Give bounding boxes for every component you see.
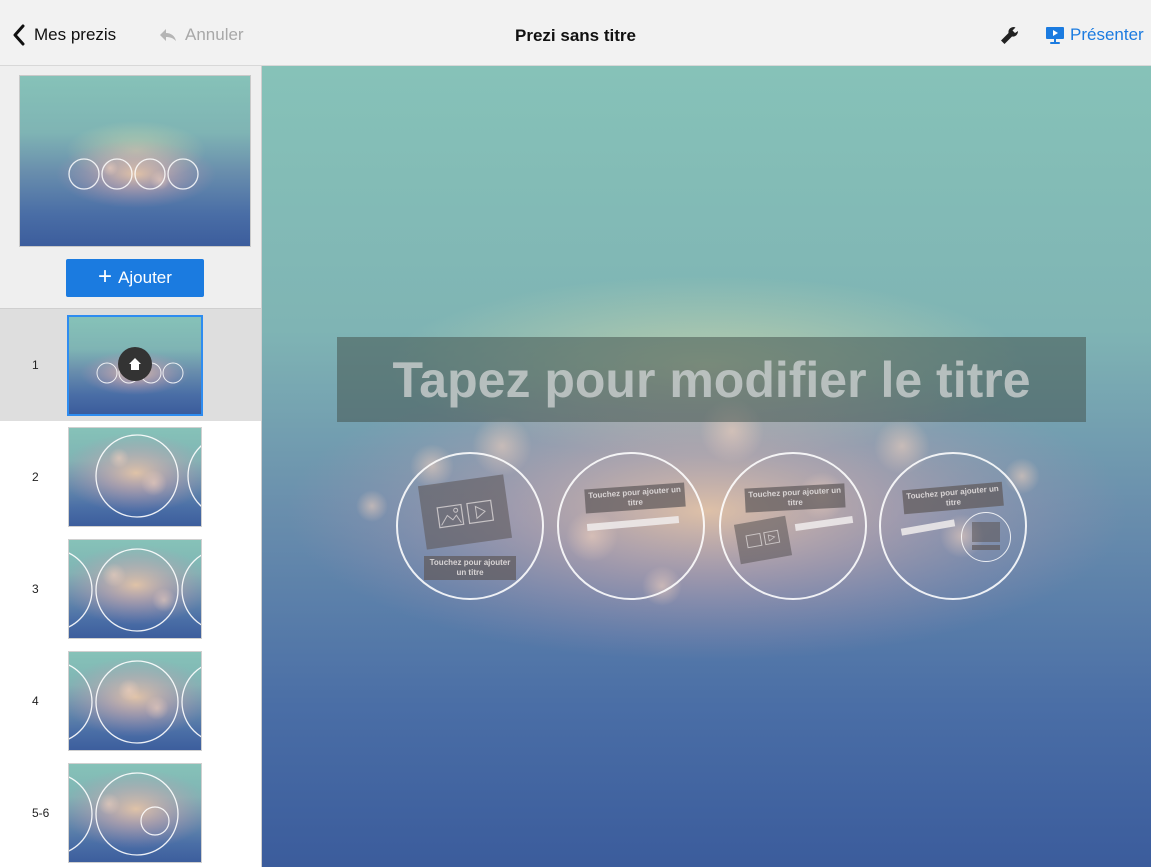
topic-title-placeholder[interactable]: Touchez pour ajouter un titre (744, 483, 846, 513)
topic-circle-1[interactable]: Touchez pour ajouter un titre (396, 452, 544, 600)
chevron-left-icon (13, 24, 25, 46)
media-placeholder (733, 515, 793, 565)
present-label: Présenter (1070, 25, 1144, 44)
slide-thumbnail[interactable] (67, 315, 203, 416)
slide-thumbnail[interactable] (68, 427, 202, 527)
undo-arrow-icon (160, 29, 176, 41)
slide-thumbnail[interactable] (68, 539, 202, 639)
overview-thumbnail[interactable] (19, 75, 251, 247)
slide-item-1[interactable]: 1 (0, 309, 261, 421)
home-icon (129, 358, 141, 370)
slide-item-2[interactable]: 2 (0, 421, 261, 533)
slide-number: 4 (32, 694, 39, 708)
back-to-prezis-button[interactable]: Mes prezis (12, 22, 116, 48)
slide-number: 5-6 (32, 806, 50, 820)
slide-thumbnail[interactable] (68, 651, 202, 751)
media-placeholder (417, 474, 513, 550)
topic-circle-3[interactable]: Touchez pour ajouter un titre (719, 452, 867, 600)
topic-text-placeholder (586, 516, 680, 531)
topic-title-placeholder[interactable]: Touchez pour ajouter un titre (424, 556, 516, 580)
prezi-canvas[interactable]: Tapez pour modifier le titre Touchez pou… (262, 66, 1151, 867)
back-label: Mes prezis (34, 25, 117, 44)
media-placeholder (972, 522, 1000, 542)
plus-icon: + (98, 263, 113, 290)
wrench-icon (1001, 27, 1018, 44)
slide-item-4[interactable]: 4 (0, 645, 261, 757)
slide-number: 1 (32, 358, 39, 372)
present-screen-icon (1046, 27, 1064, 44)
topic-title-placeholder[interactable]: Touchez pour ajouter un titre (584, 482, 686, 514)
subtopic-circle[interactable] (961, 512, 1011, 562)
slide-item-5-6[interactable]: 5-6 (0, 757, 261, 867)
slide-number: 3 (32, 582, 39, 596)
image-icon (436, 503, 465, 529)
slides-sidebar: + Ajouter 1 2 3 4 5-6 (0, 66, 262, 867)
add-button-label: Ajouter (118, 268, 172, 287)
slide-item-3[interactable]: 3 (0, 533, 261, 645)
settings-button[interactable] (998, 24, 1024, 48)
undo-label: Annuler (185, 25, 244, 44)
video-icon (763, 529, 781, 546)
slide-number: 2 (32, 470, 39, 484)
canvas-background (262, 66, 1151, 867)
image-icon (745, 532, 763, 549)
home-badge (118, 347, 152, 381)
present-button[interactable]: Présenter (1044, 22, 1144, 48)
topic-text-placeholder (900, 519, 956, 536)
video-icon (466, 499, 495, 525)
topic-title-placeholder[interactable]: Touchez pour ajouter un titre (902, 481, 1004, 515)
topic-text-placeholder (794, 515, 854, 532)
title-placeholder[interactable]: Tapez pour modifier le titre (337, 337, 1086, 422)
title-text: Tapez pour modifier le titre (392, 351, 1031, 408)
undo-button[interactable]: Annuler (158, 22, 244, 48)
slide-list: 1 2 3 4 5-6 (0, 309, 261, 867)
add-slide-button[interactable]: + Ajouter (66, 259, 204, 297)
slide-thumbnail[interactable] (68, 763, 202, 863)
topic-circle-4[interactable]: Touchez pour ajouter un titre (879, 452, 1027, 600)
topic-circle-2[interactable]: Touchez pour ajouter un titre (557, 452, 705, 600)
top-toolbar: Mes prezis Annuler Prezi sans titre Prés… (0, 0, 1151, 66)
subtopic-title-placeholder (972, 545, 1000, 550)
